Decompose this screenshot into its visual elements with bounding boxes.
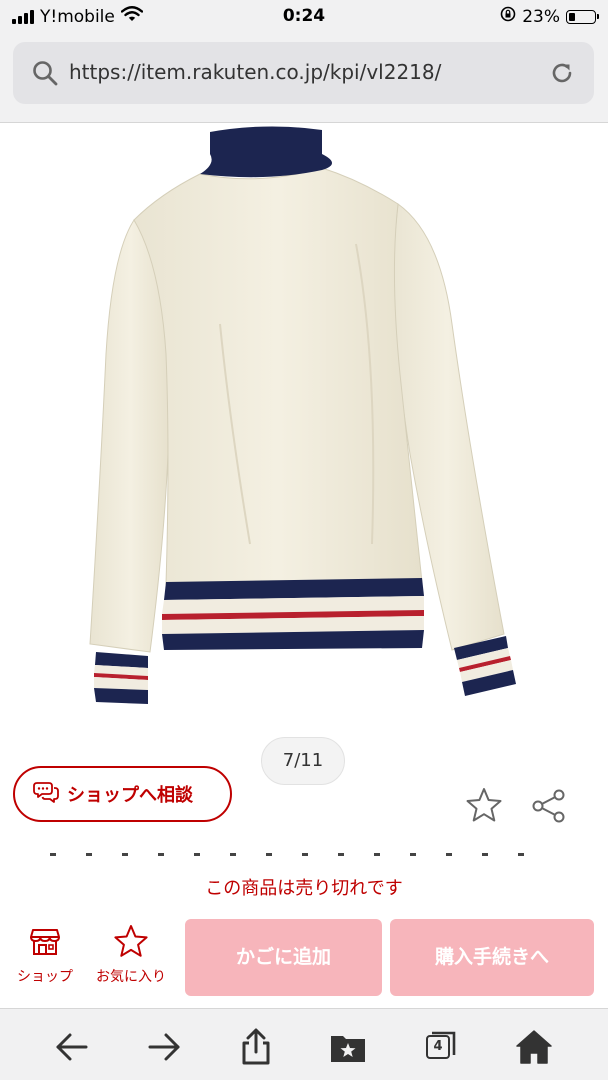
consult-shop-label: ショップへ相談 (67, 785, 193, 806)
home-icon[interactable] (514, 1027, 554, 1067)
bookmarks-icon[interactable] (328, 1027, 368, 1067)
favorite-link[interactable]: お気に入り (88, 924, 174, 986)
status-right: 23% (500, 6, 599, 27)
address-bar[interactable]: https://item.rakuten.co.jp/kpi/vl2218/ (13, 42, 594, 104)
reload-icon[interactable] (548, 59, 576, 91)
star-icon[interactable] (465, 787, 503, 827)
battery-icon (566, 9, 599, 24)
favorite-star-icon (113, 925, 149, 962)
page: Y!mobile 0:24 23% https://item.rakuten.c… (0, 0, 608, 1080)
soldout-text: この商品は売り切れです (205, 878, 403, 899)
forward-arrow-icon[interactable] (144, 1027, 184, 1067)
shop-label: ショップ (17, 969, 73, 985)
soldout-message: この商品は売り切れです (0, 874, 608, 900)
url-text[interactable]: https://item.rakuten.co.jp/kpi/vl2218/ (69, 60, 441, 84)
search-icon (31, 59, 59, 91)
share-icon[interactable] (530, 788, 568, 828)
battery-percent: 23% (522, 6, 560, 27)
browser-toolbar: 4 (0, 1008, 608, 1080)
image-counter: 7/11 (261, 737, 345, 785)
checkout-button[interactable]: 購入手続きへ (390, 919, 594, 996)
browser-header: https://item.rakuten.co.jp/kpi/vl2218/ (0, 34, 608, 123)
shop-icon (28, 929, 62, 962)
tab-count: 4 (426, 1035, 450, 1059)
share-upload-icon[interactable] (236, 1027, 276, 1067)
rotation-lock-icon (500, 6, 516, 27)
tabs-icon[interactable]: 4 (420, 1027, 460, 1067)
consult-shop-button[interactable]: ショップへ相談 (13, 766, 232, 822)
chat-bubble-icon (33, 780, 59, 808)
status-bar: Y!mobile 0:24 23% (0, 0, 608, 34)
product-image[interactable] (60, 124, 550, 724)
back-arrow-icon[interactable] (52, 1027, 92, 1067)
shop-link[interactable]: ショップ (10, 924, 80, 986)
clipped-product-title (50, 853, 560, 861)
favorite-label: お気に入り (96, 969, 166, 985)
add-to-cart-button[interactable]: かごに追加 (185, 919, 382, 996)
